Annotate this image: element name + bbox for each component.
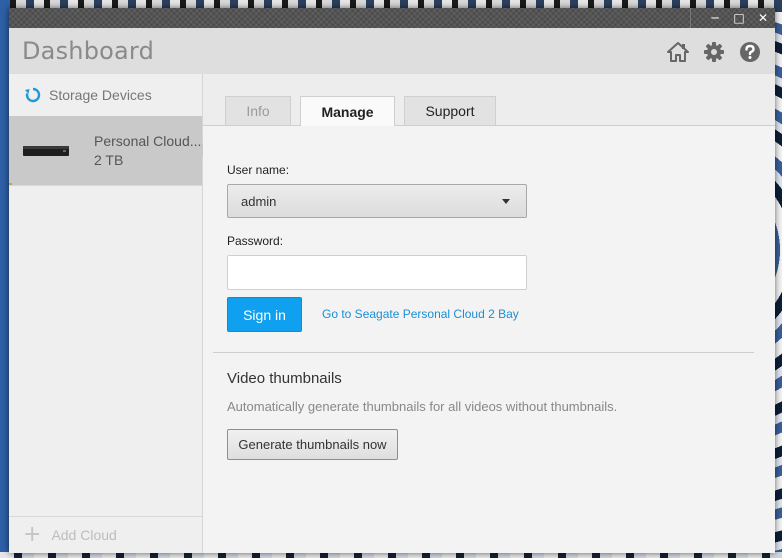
sidebar: Storage Devices Personal Cloud... 2 TB +… [9,74,209,553]
device-size: 2 TB [94,152,124,168]
header-icons [667,41,761,63]
generate-thumbnails-button[interactable]: Generate thumbnails now [227,429,398,460]
gear-icon[interactable] [703,41,725,63]
home-icon[interactable] [667,41,689,63]
refresh-icon[interactable] [24,86,42,104]
help-icon[interactable] [739,41,761,63]
close-button[interactable]: ✕ [751,8,775,28]
video-thumbnails-description: Automatically generate thumbnails for al… [227,399,618,414]
main-panel: Info Manage Support User name: admin Pas… [203,74,775,553]
section-divider [213,352,754,353]
username-value: admin [241,194,277,209]
video-thumbnails-title: Video thumbnails [227,370,342,387]
app-window: ─ □ ✕ Dashboard Storage Devices Personal… [9,8,775,553]
tab-info[interactable]: Info [225,96,291,125]
minimize-button[interactable]: ─ [703,8,727,28]
tab-support[interactable]: Support [404,96,496,125]
storage-devices-header[interactable]: Storage Devices [9,74,202,117]
window-controls: ─ □ ✕ [690,8,775,28]
nas-device-icon [23,146,69,156]
tab-manage[interactable]: Manage [300,96,395,126]
sidebar-item-personal-cloud[interactable]: Personal Cloud... 2 TB [9,116,209,185]
device-status-mark [9,183,12,185]
username-select[interactable]: admin [227,184,527,218]
password-field[interactable] [227,255,527,290]
manage-content: User name: admin Password: Sign in Go to… [203,126,775,553]
storage-devices-label: Storage Devices [49,87,152,103]
tab-bar: Info Manage Support [203,74,775,126]
app-title: Dashboard [22,37,155,65]
app-header: Dashboard [9,28,775,74]
device-name: Personal Cloud... [94,133,202,149]
maximize-button[interactable]: □ [727,8,751,28]
chevron-down-icon [502,199,510,204]
username-label: User name: [227,163,290,177]
sign-in-button[interactable]: Sign in [227,297,302,332]
seagate-link[interactable]: Go to Seagate Personal Cloud 2 Bay [322,307,519,321]
add-cloud-button[interactable]: + Add Cloud [9,516,202,553]
plus-icon: + [23,522,42,547]
device-divider [9,185,202,186]
add-cloud-label: Add Cloud [51,527,117,543]
password-label: Password: [227,234,284,248]
title-bar-separator [690,8,691,28]
title-bar[interactable]: ─ □ ✕ [9,8,775,28]
